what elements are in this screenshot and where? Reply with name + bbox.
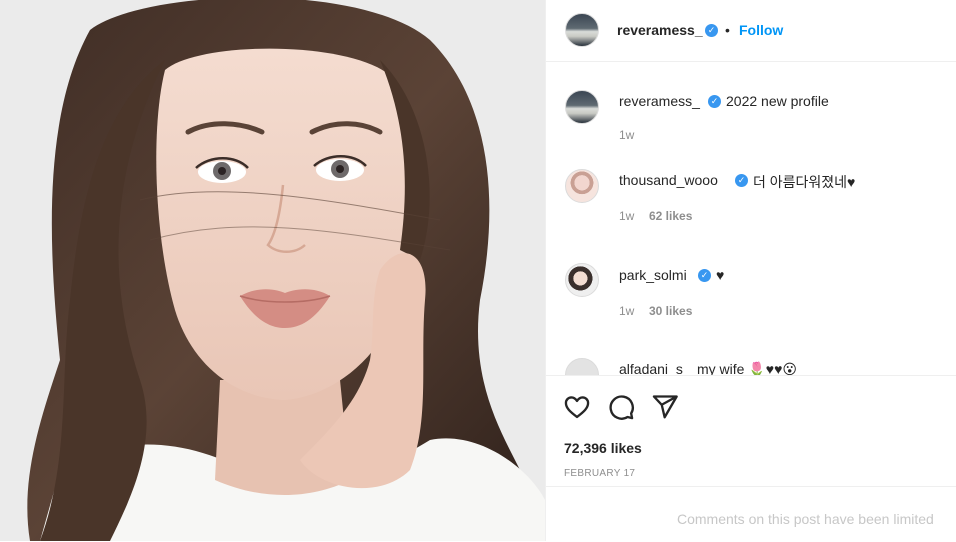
comment-text: 더 아름다워졌네♥ [753,174,856,190]
heart-icon[interactable] [563,393,591,421]
post-actions: 72,396 likes FEBRUARY 17 Comments on thi… [546,375,956,541]
verified-badge-icon: ✓ [698,269,711,282]
comments-list[interactable]: reveramess_ ✓ 2022 new profile 1w thousa… [546,62,956,375]
comments-limited-notice: Comments on this post have been limited [677,511,934,527]
verified-badge-icon: ✓ [705,24,718,37]
caption-time[interactable]: 1w [619,128,634,142]
paper-plane-icon[interactable] [651,393,679,421]
commenter-avatar[interactable] [565,263,599,297]
comment-text: my wife 🌷♥♥😮 [697,361,797,375]
caption-text: 2022 new profile [726,93,829,109]
owner-avatar[interactable] [565,13,599,47]
comment-text: ♥ [716,267,725,283]
caption-username[interactable]: reveramess_ [619,93,700,109]
likes-count[interactable]: 72,396 likes [564,440,642,456]
comment-likes[interactable]: 30 likes [649,304,692,318]
comment-username[interactable]: alfadani_s [619,361,683,375]
post-sidebar: reveramess_ ✓ • Follow reveramess_ ✓ 202… [545,0,956,541]
post-photo [0,0,545,541]
comment-time[interactable]: 1w [619,209,634,223]
comment-input-bar: Comments on this post have been limited [546,486,956,542]
comment-bubble-icon[interactable] [607,393,635,421]
commenter-avatar[interactable] [565,169,599,203]
commenter-avatar[interactable] [565,358,599,375]
comment-username[interactable]: thousand_wooo [619,172,718,188]
verified-badge-icon: ✓ [708,95,721,108]
post-date[interactable]: FEBRUARY 17 [564,468,635,479]
follow-button[interactable]: Follow [739,22,783,38]
comment-username[interactable]: park_solmi [619,267,687,283]
comment-likes[interactable]: 62 likes [649,209,692,223]
owner-username[interactable]: reveramess_ [617,22,703,38]
comment-time[interactable]: 1w [619,304,634,318]
verified-badge-icon: ✓ [735,174,748,187]
portrait-image [0,0,545,541]
caption-avatar[interactable] [565,90,599,124]
post-header: reveramess_ ✓ • Follow [546,0,956,62]
separator-dot: • [725,22,730,38]
